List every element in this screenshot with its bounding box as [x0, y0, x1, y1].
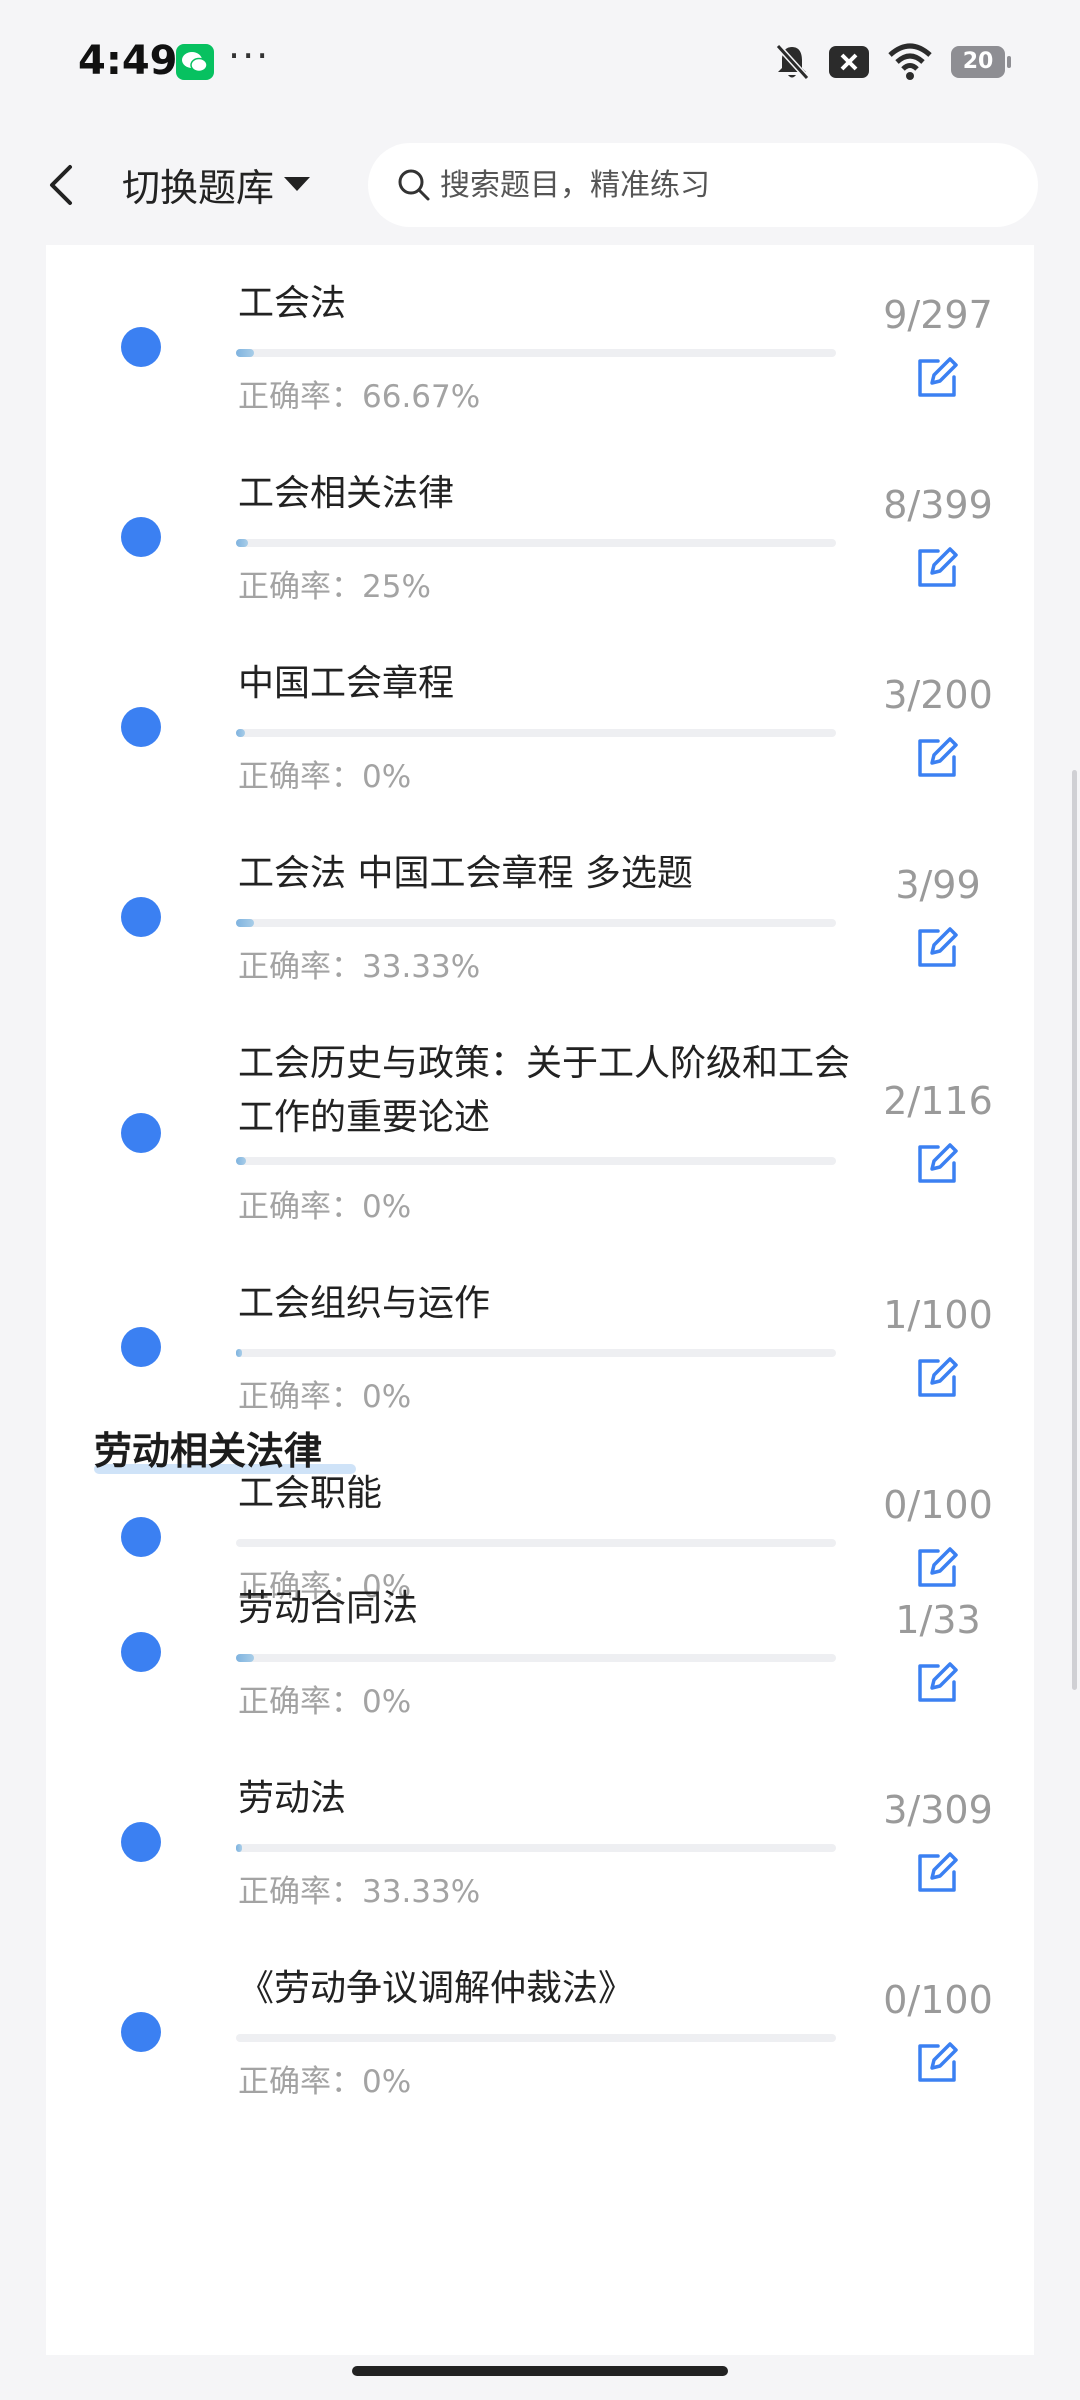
search-icon [398, 169, 430, 201]
switch-bank-label: 切换题库 [122, 165, 275, 210]
switch-bank-button[interactable]: 切换题库 [122, 157, 311, 211]
item-title: 劳动合同法 [238, 1588, 419, 1629]
accuracy-text: 正确率：0% [238, 759, 412, 795]
wifi-icon [888, 43, 932, 80]
bell-muted-icon [775, 43, 810, 81]
wechat-icon [176, 44, 214, 80]
close-box-icon [829, 46, 869, 78]
status-dot [121, 1327, 161, 1367]
accuracy-text: 正确率：0% [238, 1379, 412, 1415]
progress-bar [236, 539, 836, 547]
accuracy-text: 正确率：0% [238, 1189, 412, 1225]
edit-icon[interactable] [912, 2038, 962, 2088]
accuracy-text: 正确率：33.33% [238, 1874, 481, 1910]
accuracy-text: 正确率：33.33% [238, 949, 481, 985]
item-title: 工会历史与政策：关于工人阶级和工会工作的重要论述 [238, 1043, 851, 1138]
item-title: 工会组织与运作 [238, 1283, 491, 1324]
search-input[interactable] [438, 166, 1002, 204]
edit-icon[interactable] [912, 733, 962, 783]
question-bank-list: 工会法 正确率：66.67% 9/297 工会相关法律 正确率：25% 8/39… [46, 245, 1034, 2355]
section-title-text: 劳动相关法律 [94, 1429, 323, 1473]
item-title: 《劳动争议调解仲裁法》 [238, 1968, 635, 2009]
status-dot [121, 2012, 161, 2052]
progress-count: 9/297 [883, 293, 993, 337]
item-title: 工会职能 [238, 1473, 383, 1514]
progress-bar [236, 1654, 836, 1662]
section-title: 劳动相关法律 [94, 1420, 322, 1475]
item-title: 工会法 中国工会章程 多选题 [238, 853, 693, 894]
item-title: 劳动法 [238, 1778, 347, 1819]
progress-fill [236, 729, 245, 737]
edit-icon[interactable] [912, 543, 962, 593]
more-notifications-icon: ··· [228, 34, 271, 78]
accuracy-text: 正确率：25% [238, 569, 431, 605]
status-dot [121, 1113, 161, 1153]
progress-bar [236, 2034, 836, 2042]
progress-fill [236, 349, 254, 357]
edit-icon[interactable] [912, 1139, 962, 1189]
status-time: 4:49 [78, 38, 178, 84]
home-indicator[interactable] [352, 2366, 728, 2376]
status-dot [121, 517, 161, 557]
progress-count: 1/100 [883, 1293, 993, 1337]
edit-icon[interactable] [912, 353, 962, 403]
item-title: 工会法 [238, 283, 347, 324]
progress-bar [236, 349, 836, 357]
progress-count: 1/33 [895, 1598, 981, 1642]
progress-count: 3/309 [883, 1788, 993, 1832]
progress-fill [236, 1349, 242, 1357]
status-dot [121, 1517, 161, 1557]
edit-icon[interactable] [912, 1543, 962, 1593]
status-icons: 20 [773, 40, 1011, 84]
status-bar: 4:49 ··· 20 [0, 0, 1080, 125]
progress-bar [236, 919, 836, 927]
edit-icon[interactable] [912, 1658, 962, 1708]
progress-count: 0/100 [883, 1978, 993, 2022]
status-dot [121, 897, 161, 937]
progress-fill [236, 1844, 242, 1852]
item-title: 中国工会章程 [238, 663, 455, 704]
progress-count: 2/116 [883, 1079, 993, 1123]
battery-icon: 20 [951, 46, 1011, 78]
progress-bar [236, 1539, 836, 1547]
edit-icon[interactable] [912, 1353, 962, 1403]
item-title: 工会相关法律 [238, 473, 455, 514]
caret-down-icon [284, 177, 311, 191]
search-bar[interactable] [368, 143, 1038, 227]
edit-icon[interactable] [912, 923, 962, 973]
edit-icon[interactable] [912, 1848, 962, 1898]
progress-count: 8/399 [883, 483, 993, 527]
progress-count: 0/100 [883, 1483, 993, 1527]
accuracy-text: 正确率：0% [238, 1684, 412, 1720]
status-dot [121, 327, 161, 367]
progress-fill [236, 1157, 247, 1165]
accuracy-text: 正确率：0% [238, 2064, 412, 2100]
progress-bar [236, 1157, 836, 1165]
accuracy-text: 正确率：66.67% [238, 379, 481, 415]
top-bar: 切换题库 [0, 125, 1080, 245]
scrollbar[interactable] [1072, 770, 1077, 1690]
progress-fill [236, 539, 248, 547]
status-dot [121, 1822, 161, 1862]
progress-bar [236, 1844, 836, 1852]
status-dot [121, 707, 161, 747]
progress-fill [236, 1654, 254, 1662]
status-dot [121, 1632, 161, 1672]
progress-bar [236, 729, 836, 737]
progress-bar [236, 1349, 836, 1357]
back-arrow-icon[interactable] [42, 159, 82, 211]
progress-fill [236, 919, 254, 927]
progress-count: 3/99 [895, 863, 981, 907]
progress-count: 3/200 [883, 673, 993, 717]
